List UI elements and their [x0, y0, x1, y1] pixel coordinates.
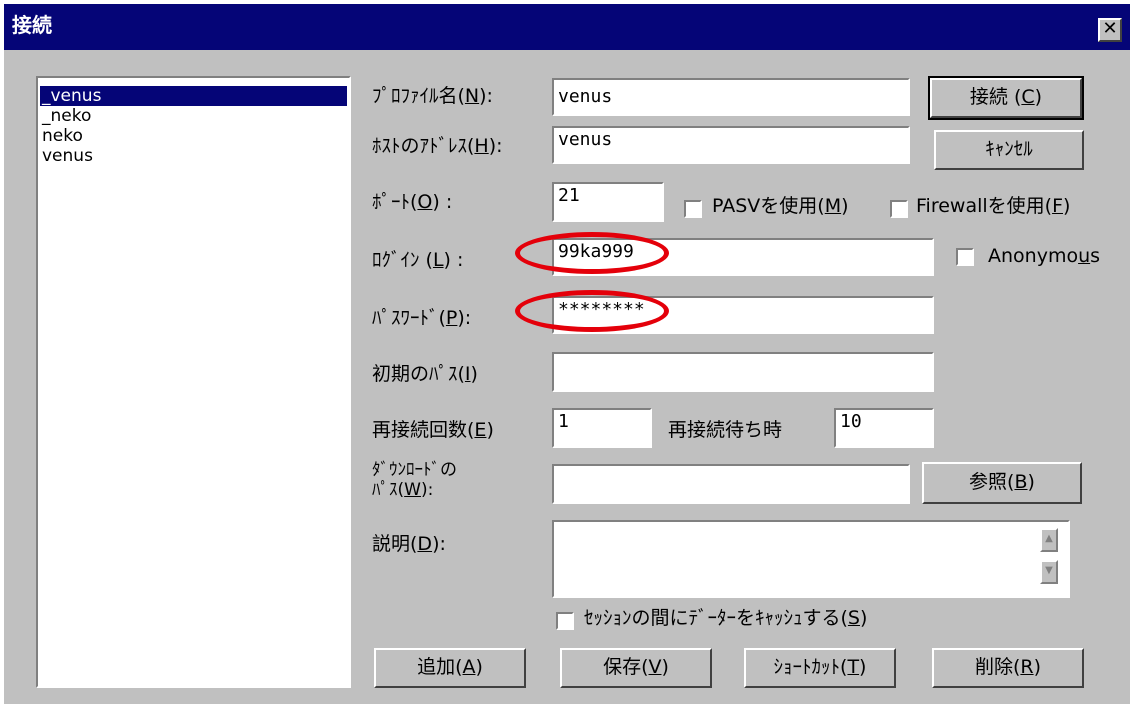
- close-button[interactable]: ✕: [1098, 18, 1122, 42]
- password-label: ﾊﾟｽﾜｰﾄﾞ(P):: [372, 307, 472, 329]
- browse-button[interactable]: 参照(B): [922, 462, 1082, 504]
- host-address-input[interactable]: venus: [552, 126, 910, 164]
- triangle-up-icon: ▲: [1045, 533, 1053, 544]
- triangle-down-icon: ▼: [1045, 565, 1053, 576]
- description-textarea[interactable]: [552, 520, 1070, 598]
- list-item[interactable]: venus: [40, 146, 347, 166]
- scroll-down-button[interactable]: ▼: [1040, 560, 1058, 584]
- connect-button[interactable]: 接続 (C): [928, 76, 1084, 120]
- download-path-input[interactable]: [552, 464, 910, 504]
- add-button[interactable]: 追加(A): [374, 648, 526, 688]
- shortcut-button[interactable]: ｼｮｰﾄｶｯﾄ(T): [744, 648, 896, 688]
- login-label: ﾛｸﾞｲﾝ (L) :: [372, 249, 464, 271]
- initial-path-input[interactable]: [552, 352, 934, 392]
- password-highlight-circle: [515, 290, 669, 332]
- pasv-label: PASVを使用(M): [712, 195, 849, 217]
- list-item[interactable]: neko: [40, 126, 347, 146]
- retry-count-label: 再接続回数(E): [372, 419, 494, 441]
- login-highlight-circle: [515, 232, 669, 274]
- scroll-up-button[interactable]: ▲: [1040, 528, 1058, 552]
- delete-button[interactable]: 削除(R): [932, 648, 1084, 688]
- profile-list[interactable]: _venus _neko neko venus: [36, 76, 351, 688]
- window-title: 接続: [12, 13, 52, 37]
- list-item[interactable]: _venus: [40, 86, 347, 106]
- port-input[interactable]: 21: [552, 182, 664, 222]
- retry-count-input[interactable]: 1: [552, 408, 652, 448]
- port-label: ﾎﾟｰﾄ(O) :: [372, 191, 453, 213]
- profile-name-input[interactable]: venus: [552, 78, 910, 116]
- cache-data-checkbox[interactable]: [556, 612, 574, 630]
- cancel-button[interactable]: ｷｬﾝｾﾙ: [934, 130, 1084, 170]
- description-label: 説明(D):: [372, 533, 446, 555]
- firewall-label: Firewallを使用(F): [916, 195, 1071, 217]
- save-button[interactable]: 保存(V): [560, 648, 712, 688]
- retry-wait-label: 再接続待ち時: [668, 419, 783, 441]
- retry-wait-input[interactable]: 10: [834, 408, 934, 448]
- title-bar: [4, 4, 1130, 50]
- list-item[interactable]: _neko: [40, 106, 347, 126]
- host-address-label: ﾎｽﾄのｱﾄﾞﾚｽ(H):: [372, 135, 503, 157]
- firewall-checkbox[interactable]: [890, 200, 908, 218]
- anonymous-checkbox[interactable]: [956, 248, 974, 266]
- anonymous-label: Anonymous: [988, 245, 1101, 267]
- initial-path-label: 初期のﾊﾟｽ(I): [372, 363, 478, 385]
- pasv-checkbox[interactable]: [684, 200, 702, 218]
- close-icon: ✕: [1102, 18, 1118, 39]
- profile-name-label: ﾌﾟﾛﾌｧｲﾙ名(N):: [372, 85, 493, 107]
- cache-data-label: ｾｯｼｮﾝの間にﾃﾞｰﾀｰをｷｬｯｼｭする(S): [584, 607, 868, 629]
- download-path-label: ﾀﾞｳﾝﾛｰﾄﾞの ﾊﾟｽ(W):: [372, 460, 457, 500]
